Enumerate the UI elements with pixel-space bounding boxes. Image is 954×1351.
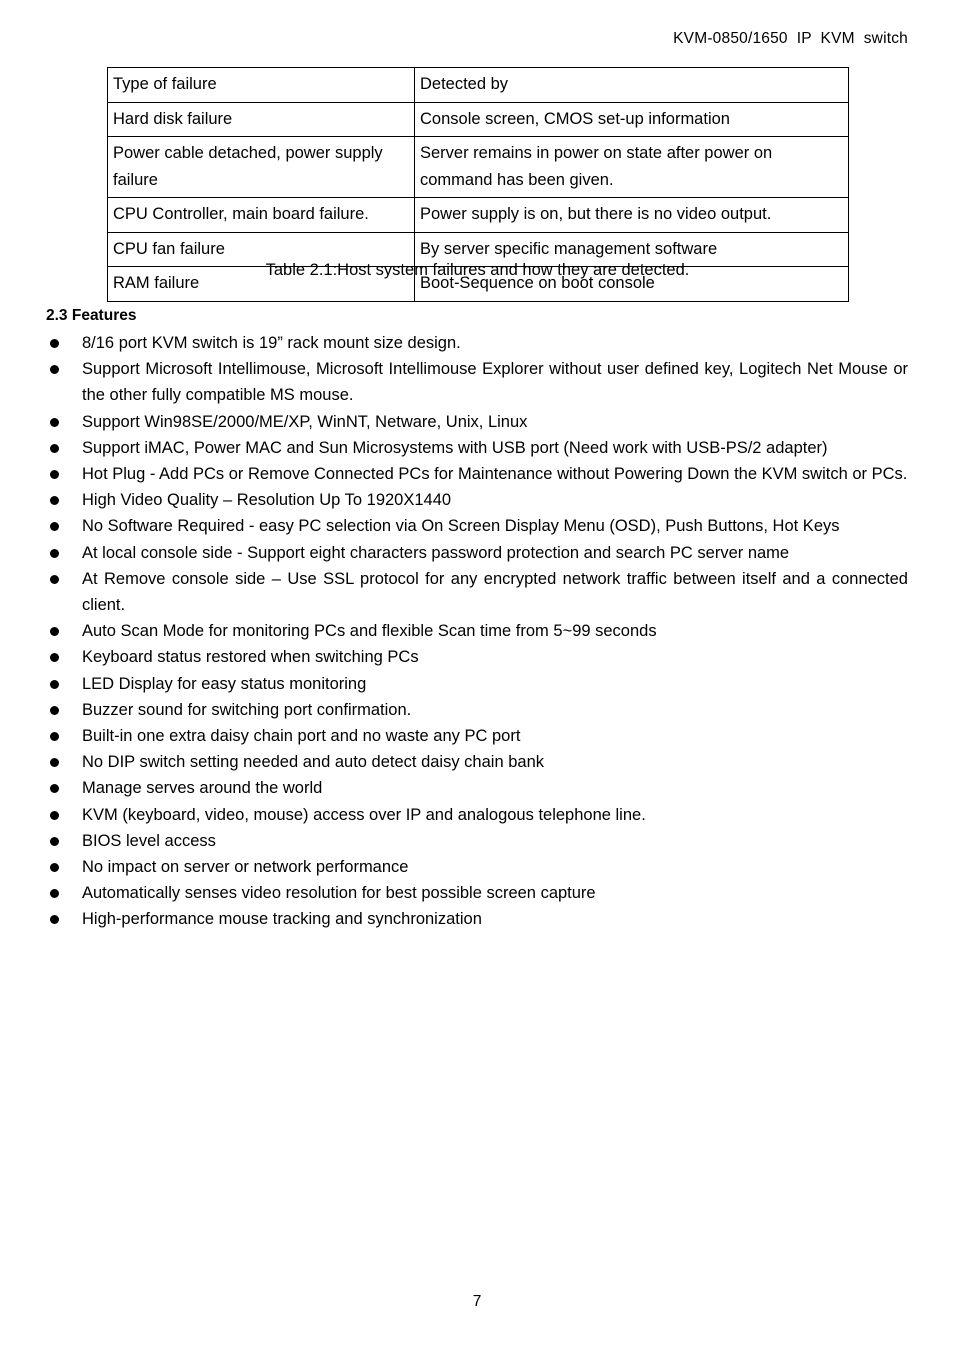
list-item-label: Buzzer sound for switching port confirma… xyxy=(82,700,412,719)
list-item-label: At local console side - Support eight ch… xyxy=(82,543,790,562)
bullet-icon xyxy=(50,540,60,566)
list-item-label: Hot Plug - Add PCs or Remove Connected P… xyxy=(82,465,908,484)
table-cell-detected-by: Power supply is on, but there is no vide… xyxy=(414,197,849,233)
list-item: KVM (keyboard, video, mouse) access over… xyxy=(46,802,908,828)
list-item-label: No Software Required - easy PC selection… xyxy=(82,517,840,536)
list-item: BIOS level access xyxy=(46,828,908,854)
list-item: Auto Scan Mode for monitoring PCs and fl… xyxy=(46,618,908,644)
running-header: KVM-0850/1650 IP KVM switch xyxy=(673,30,908,47)
table-cell-failure-type: Power cable detached, power supply failu… xyxy=(107,136,415,198)
list-item: High-performance mouse tracking and sync… xyxy=(46,906,908,932)
list-item: No DIP switch setting needed and auto de… xyxy=(46,749,908,775)
list-item-label: Built-in one extra daisy chain port and … xyxy=(82,727,521,746)
list-item-label: KVM (keyboard, video, mouse) access over… xyxy=(82,805,646,824)
list-item-label: Support Microsoft Intellimouse, Microsof… xyxy=(82,360,908,405)
bullet-icon xyxy=(50,356,60,382)
list-item-label: At Remove console side – Use SSL protoco… xyxy=(82,569,908,615)
page-number: 7 xyxy=(472,1293,482,1310)
table-header-cell-detected: Detected by xyxy=(414,67,849,103)
bullet-icon xyxy=(50,671,60,697)
list-item-label: Support iMAC, Power MAC and Sun Microsys… xyxy=(82,438,828,457)
section-heading-features: 2.3 Features xyxy=(46,307,137,324)
list-item: At local console side - Support eight ch… xyxy=(46,540,908,566)
list-item-label: No impact on server or network performan… xyxy=(82,858,409,877)
bullet-icon xyxy=(50,513,60,539)
list-item: Built-in one extra daisy chain port and … xyxy=(46,723,908,749)
bullet-icon xyxy=(50,749,60,775)
bullet-icon xyxy=(50,775,60,801)
list-item: Manage serves around the world xyxy=(46,775,908,801)
table-header-row: Type of failure Detected by xyxy=(107,67,849,103)
bullet-icon xyxy=(50,906,60,932)
table-caption: Table 2.1:Host system failures and how t… xyxy=(265,261,690,279)
list-item-label: No DIP switch setting needed and auto de… xyxy=(82,753,544,772)
list-item: Support Win98SE/2000/ME/XP, WinNT, Netwa… xyxy=(46,409,908,435)
list-item: 8/16 port KVM switch is 19” rack mount s… xyxy=(46,330,908,356)
bullet-icon xyxy=(50,880,60,906)
table-cell-detected-by: Server remains in power on state after p… xyxy=(414,136,849,198)
list-item-label: 8/16 port KVM switch is 19” rack mount s… xyxy=(82,334,461,352)
bullet-icon xyxy=(50,854,60,880)
table-row: Power cable detached, power supply failu… xyxy=(107,136,849,198)
bullet-icon xyxy=(50,435,60,461)
table-row: CPU Controller, main board failure. Powe… xyxy=(107,197,849,233)
bullet-icon xyxy=(50,409,60,435)
bullet-icon xyxy=(50,330,60,356)
list-item-label: BIOS level access xyxy=(82,831,216,850)
table-cell-failure-type: CPU Controller, main board failure. xyxy=(107,197,415,233)
table-row: Hard disk failure Console screen, CMOS s… xyxy=(107,101,849,137)
bullet-icon xyxy=(50,697,60,723)
list-item-label: High-performance mouse tracking and sync… xyxy=(82,910,482,929)
list-item: Buzzer sound for switching port confirma… xyxy=(46,697,908,723)
list-item: Keyboard status restored when switching … xyxy=(46,644,908,670)
bullet-icon xyxy=(50,644,60,670)
list-item-label: Auto Scan Mode for monitoring PCs and fl… xyxy=(82,622,657,641)
list-item: Support iMAC, Power MAC and Sun Microsys… xyxy=(46,435,908,461)
features-list: 8/16 port KVM switch is 19” rack mount s… xyxy=(46,330,908,933)
bullet-icon xyxy=(50,487,60,513)
table-cell-detected-by: Console screen, CMOS set-up information xyxy=(414,101,849,137)
table-header-cell-type: Type of failure xyxy=(107,67,415,103)
list-item-label: Manage serves around the world xyxy=(82,779,323,798)
list-item: High Video Quality – Resolution Up To 19… xyxy=(46,487,908,513)
list-item: No impact on server or network performan… xyxy=(46,854,908,880)
table-cell-failure-type: Hard disk failure xyxy=(107,101,415,137)
list-item: LED Display for easy status monitoring xyxy=(46,671,908,697)
list-item-label: Automatically senses video resolution fo… xyxy=(82,884,596,903)
bullet-icon xyxy=(50,618,60,644)
list-item-label: High Video Quality – Resolution Up To 19… xyxy=(82,491,452,510)
list-item-label: LED Display for easy status monitoring xyxy=(82,674,367,693)
list-item: Support Microsoft Intellimouse, Microsof… xyxy=(46,356,908,408)
bullet-icon xyxy=(50,802,60,828)
bullet-icon xyxy=(50,566,60,592)
list-item: Hot Plug - Add PCs or Remove Connected P… xyxy=(46,461,908,487)
list-item: No Software Required - easy PC selection… xyxy=(46,513,908,539)
list-item: Automatically senses video resolution fo… xyxy=(46,880,908,906)
bullet-icon xyxy=(50,461,60,487)
document-page: KVM-0850/1650 IP KVM switch Type of fail… xyxy=(0,0,954,1351)
bullet-icon xyxy=(50,723,60,749)
list-item-label: Support Win98SE/2000/ME/XP, WinNT, Netwa… xyxy=(82,412,528,431)
bullet-icon xyxy=(50,828,60,854)
list-item: At Remove console side – Use SSL protoco… xyxy=(46,566,908,618)
list-item-label: Keyboard status restored when switching … xyxy=(82,648,419,667)
